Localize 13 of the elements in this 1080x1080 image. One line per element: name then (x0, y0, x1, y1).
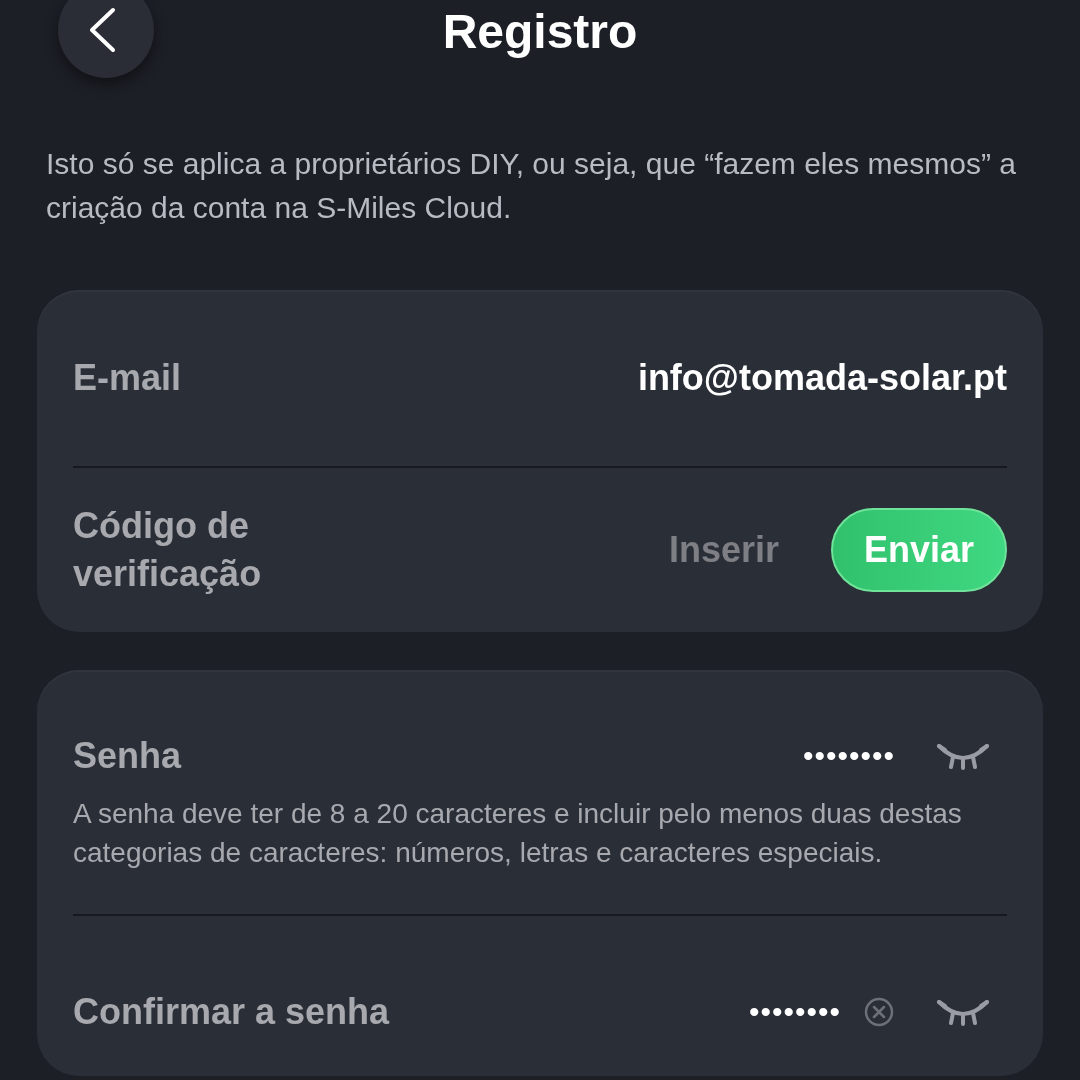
verification-label: Código de verificação (73, 504, 263, 596)
email-label: E-mail (73, 356, 182, 400)
confirm-password-label: Confirmar a senha (73, 990, 390, 1034)
code-input-field[interactable]: Inserir (629, 529, 779, 571)
email-value: info@tomada-solar.pt (637, 357, 1007, 399)
password-field[interactable]: •••••••• (802, 739, 895, 773)
password-label: Senha (73, 734, 182, 778)
intro-text: Isto só se aplica a proprietários DIY, ou seja, que “fazem eles mesmos” a criação da conta na S-Miles Cloud. (46, 146, 1017, 226)
password-hint: A senha deve ter de 8 a 20 caracteres e incluir pelo menos duas destas categorias de caracteres: números, letras e caracteres especiais. (73, 797, 963, 870)
back-icon (87, 7, 117, 53)
confirm-password-field[interactable]: •••••••• (748, 995, 841, 1029)
page-title: Registro (442, 6, 638, 60)
clear-icon[interactable] (863, 996, 895, 1028)
